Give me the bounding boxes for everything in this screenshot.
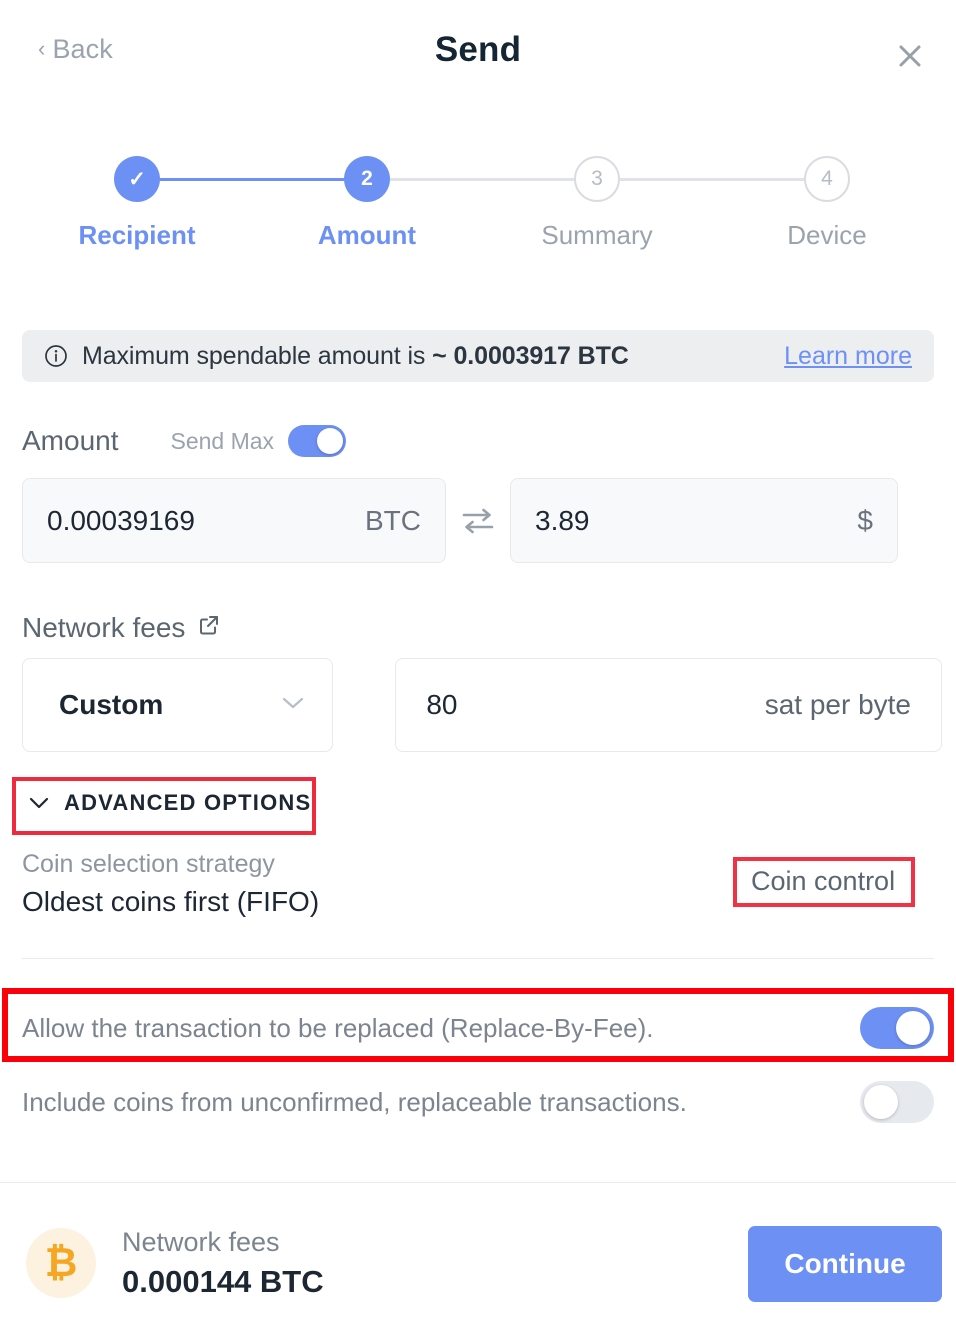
unconfirmed-coins-option-row[interactable]: Include coins from unconfirmed, replacea… (22, 1072, 934, 1132)
page-title: Send (434, 30, 522, 69)
step-summary-bubble: 3 (574, 156, 620, 202)
fiat-unit-label: $ (857, 504, 873, 536)
amount-label: Amount (22, 425, 119, 456)
footer-fee-label: Network fees (122, 1227, 280, 1257)
crypto-amount-input[interactable]: 0.00039169 BTC (22, 478, 446, 563)
step-recipient-bubble: ✓ (114, 156, 160, 202)
network-fees-label: Network fees (22, 612, 186, 643)
unconfirmed-coins-toggle-knob (864, 1085, 898, 1119)
step-amount-bubble: 2 (344, 156, 390, 202)
step-amount[interactable]: 2 Amount (277, 156, 457, 251)
network-fees-label-row: Network fees (22, 612, 221, 644)
step-summary[interactable]: 3 Summary (507, 156, 687, 251)
learn-more-link[interactable]: Learn more (784, 342, 912, 371)
send-amount-screen: ‹ Back Send ✓ Recipient 2 Amount 3 Summa… (0, 0, 956, 1324)
swap-currency-button[interactable] (446, 505, 510, 537)
send-max-label: Send Max (170, 427, 275, 454)
coin-strategy-label: Coin selection strategy (22, 850, 275, 878)
banner-text-prefix: Maximum spendable amount is (82, 341, 433, 370)
footer-divider (0, 1182, 956, 1183)
step-summary-label: Summary (541, 220, 653, 250)
send-max-toggle[interactable] (288, 425, 347, 457)
amount-header-row: Amount Send Max (22, 425, 347, 457)
step-recipient[interactable]: ✓ Recipient (47, 156, 227, 251)
banner-amount: ~ 0.0003917 BTC (432, 341, 629, 370)
step-device[interactable]: 4 Device (737, 156, 917, 251)
amount-fields: 0.00039169 BTC 3.89 $ (22, 478, 934, 563)
stepper: ✓ Recipient 2 Amount 3 Summary 4 Device (0, 156, 956, 256)
external-link-button[interactable] (197, 612, 221, 644)
crypto-amount-value: 0.00039169 (47, 504, 195, 536)
header: ‹ Back Send (0, 0, 956, 108)
fee-strategy-select[interactable]: Custom (22, 658, 334, 752)
coin-strategy-value: Oldest coins first (FIFO) (22, 886, 320, 917)
step-device-label: Device (787, 220, 867, 250)
rbf-option-row[interactable]: Allow the transaction to be replaced (Re… (22, 998, 934, 1058)
crypto-unit-label: BTC (365, 504, 421, 536)
banner-text: Maximum spendable amount is ~ 0.0003917 … (82, 342, 629, 371)
step-amount-label: Amount (317, 220, 417, 250)
send-max-toggle-knob (317, 428, 344, 454)
footer-fee-value: 0.000144 BTC (122, 1264, 324, 1299)
external-link-icon (200, 616, 219, 635)
advanced-options-toggle[interactable]: ADVANCED OPTIONS (28, 790, 311, 816)
chevron-down-icon (280, 695, 306, 716)
fiat-amount-input[interactable]: 3.89 $ (510, 478, 898, 563)
fee-strategy-value: Custom (59, 689, 164, 720)
fee-rate-value: 80 (426, 689, 458, 720)
section-divider (22, 958, 934, 959)
continue-button[interactable]: Continue (748, 1226, 942, 1302)
step-device-bubble: 4 (804, 156, 850, 202)
fee-rate-unit: sat per byte (764, 689, 911, 720)
unconfirmed-coins-toggle[interactable] (860, 1081, 934, 1123)
coin-control-button[interactable]: Coin control (751, 866, 895, 897)
fees-row: Custom 80 sat per byte (22, 658, 942, 752)
rbf-toggle-knob (896, 1011, 930, 1045)
chevron-down-icon (29, 797, 49, 809)
fiat-amount-value: 3.89 (535, 504, 590, 536)
unconfirmed-coins-label: Include coins from unconfirmed, replacea… (22, 1086, 687, 1117)
fee-rate-input[interactable]: 80 sat per byte (395, 658, 942, 752)
rbf-toggle[interactable] (860, 1007, 934, 1049)
info-icon (45, 345, 67, 367)
rbf-option-label: Allow the transaction to be replaced (Re… (22, 1012, 654, 1043)
bitcoin-icon: ₿ (26, 1228, 96, 1298)
step-recipient-label: Recipient (78, 220, 196, 250)
close-button[interactable] (888, 34, 932, 78)
close-icon (899, 45, 921, 67)
max-spendable-banner: Maximum spendable amount is ~ 0.0003917 … (22, 330, 934, 382)
swap-icon (462, 508, 494, 533)
advanced-options-label: ADVANCED OPTIONS (64, 790, 312, 815)
